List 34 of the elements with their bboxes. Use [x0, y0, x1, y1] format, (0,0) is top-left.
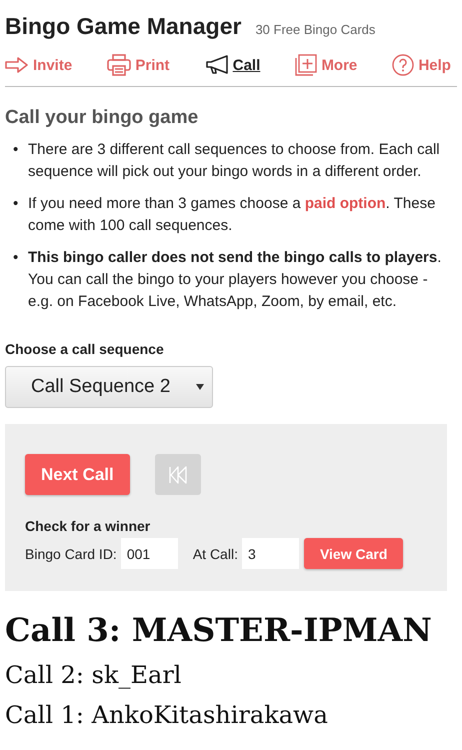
section-heading: Call your bingo game: [5, 107, 200, 129]
previous-call: Call 2: sk_Earl: [5, 660, 182, 691]
rewind-icon: [168, 466, 188, 484]
at-call-field[interactable]: 3: [242, 538, 299, 569]
app-subtitle: 30 Free Bingo Cards: [255, 22, 376, 37]
nav-link[interactable]: More: [295, 54, 358, 76]
check-heading: Check for a winner: [25, 518, 152, 534]
printer-icon: [107, 54, 132, 76]
paid-option-link[interactable]: paid option: [304, 195, 386, 212]
nav-link[interactable]: Print: [107, 54, 170, 76]
caret-icon: [196, 384, 204, 390]
view-card-button[interactable]: View Card: [304, 538, 404, 569]
bullet-marker: •: [13, 194, 20, 214]
sequence-dropdown[interactable]: Call Sequence 2: [5, 366, 213, 408]
next-call-button[interactable]: Next Call: [25, 454, 130, 495]
bullet-text: This bingo caller does not send the bingo calls to players. You can call the bingo to your players however you choose - e.g. on Facebook Live, WhatsApp, Zoom, by email, etc.: [28, 248, 442, 312]
arrow-icon: [5, 57, 29, 73]
field-label: Choose a call sequence: [5, 341, 165, 357]
nav-link[interactable]: Call: [204, 55, 260, 75]
nav-link[interactable]: Help: [392, 54, 451, 76]
add-icon: [295, 54, 318, 76]
card-id-label: Bingo Card ID:: [25, 546, 117, 562]
bullet-marker: •: [13, 248, 20, 268]
current-call: Call 3: MASTER-IPMAN: [5, 610, 433, 651]
help-icon: [392, 54, 414, 76]
megaphone-icon: [204, 55, 229, 75]
bullet-text: There are 3 different call sequences to choose from. Each call sequence will pick out your bingo words in a different order.: [28, 140, 441, 182]
app-title: Bingo Game Manager: [5, 13, 242, 40]
bullet-marker: •: [13, 140, 20, 160]
card-id-field[interactable]: 001: [120, 538, 178, 569]
at-call-label: At Call:: [192, 546, 238, 562]
bullet-text: If you need more than 3 games choose a paid option. These come with 100 call sequences.: [28, 194, 436, 236]
previous-call: Call 1: AnkoKitashirakawa: [5, 700, 329, 731]
nav-link[interactable]: Invite: [5, 56, 72, 74]
